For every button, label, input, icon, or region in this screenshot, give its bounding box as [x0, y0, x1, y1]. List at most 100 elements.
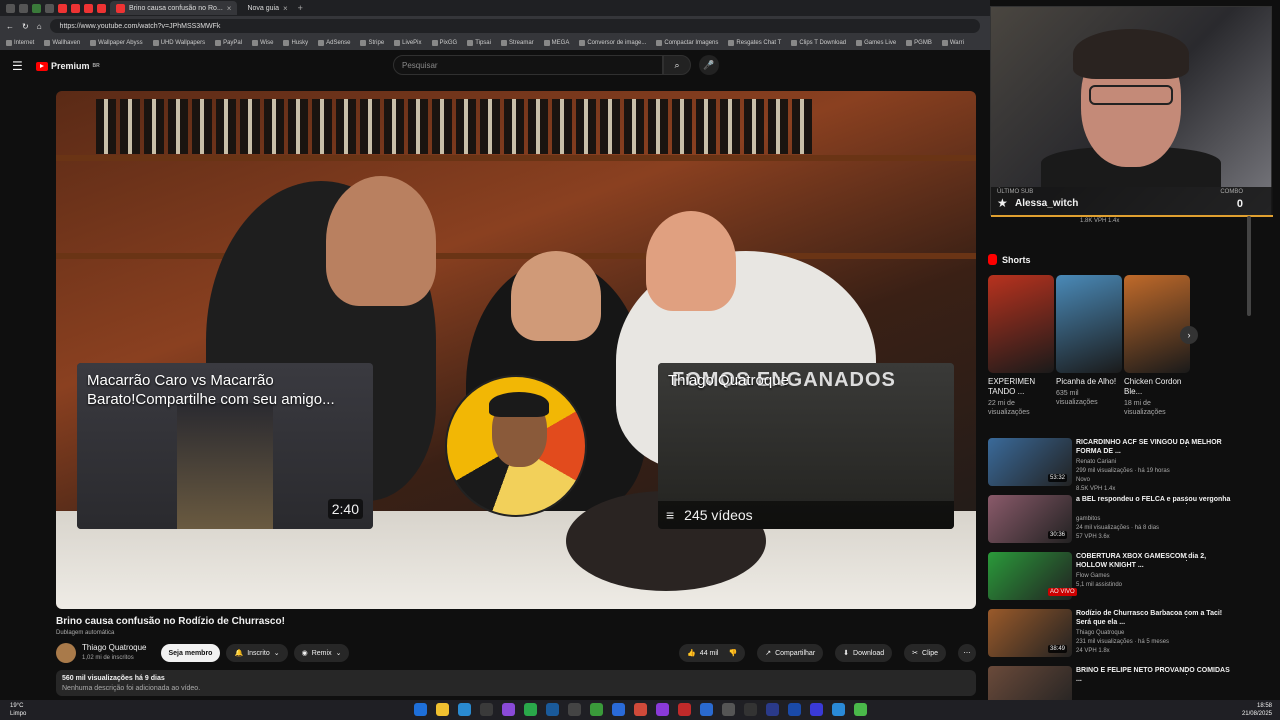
bookmark-item[interactable]: Tipsai [467, 40, 491, 46]
tab-icon[interactable] [32, 3, 41, 13]
spotify-icon[interactable] [854, 703, 867, 716]
app-icon[interactable] [744, 703, 757, 716]
chrome-icon[interactable] [634, 703, 647, 716]
bookmark-item[interactable]: MEGA [543, 40, 569, 46]
youtube-logo[interactable]: Premium BR [36, 61, 100, 71]
short-card[interactable]: EXPERIMEN TANDO ... 22 mi de visualizaçõe… [988, 275, 1054, 417]
chevron-right-icon[interactable]: › [1180, 326, 1198, 344]
more-icon[interactable]: ⋮ [1182, 552, 1191, 563]
browser-icon[interactable] [612, 703, 625, 716]
bookmark-item[interactable]: Stripe [360, 40, 384, 46]
clip-button[interactable]: ✂ Clipe [904, 644, 946, 662]
recommended-video[interactable]: 53:32 RICARDINHO ACF SE VINGOU DA MELHOR … [988, 438, 1248, 492]
endscreen-video-card[interactable]: Macarrão Caro vs Macarrão Barato!Compart… [77, 363, 373, 529]
subscribed-button[interactable]: 🔔 Inscrito ⌄ [226, 644, 288, 662]
description-box[interactable]: 560 mil visualizações há 9 dias Nenhuma … [56, 670, 976, 696]
bookmark-item[interactable]: Games Live [856, 40, 896, 46]
more-actions-button[interactable]: ⋯ [958, 644, 976, 662]
media-encoder-icon[interactable] [810, 703, 823, 716]
whatsapp-icon[interactable] [524, 703, 537, 716]
remix-button[interactable]: ◉ Remix ⌄ [293, 644, 350, 662]
tab-icon[interactable] [6, 3, 15, 13]
bookmark-item[interactable]: UHD Wallpapers [152, 40, 205, 46]
epic-icon[interactable] [568, 703, 581, 716]
bookmark-item[interactable]: LivePix [394, 40, 422, 46]
bookmark-icon [579, 40, 586, 46]
bookmark-label: Wise [260, 40, 274, 46]
photoshop-icon[interactable] [788, 703, 801, 716]
channel-name[interactable]: Thiago Quatroque [82, 643, 147, 653]
bookmark-item[interactable]: AdSense [318, 40, 350, 46]
close-tab-icon[interactable]: × [283, 4, 288, 13]
bookmark-item[interactable]: Internet [6, 40, 34, 46]
bookmark-item[interactable]: Wise [252, 40, 273, 46]
voice-search-button[interactable]: 🎤 [699, 55, 719, 75]
more-icon[interactable]: ⋮ [1182, 609, 1191, 620]
recommended-video[interactable]: 38:49 Rodízio de Churrasco Barbacoa com a… [988, 609, 1248, 661]
more-icon[interactable]: ⋮ [1182, 666, 1191, 677]
discord-icon[interactable] [502, 703, 515, 716]
shorts-icon [988, 254, 997, 265]
download-button[interactable]: ⬇ Download [835, 644, 893, 662]
tab-new[interactable]: Nova guia × [241, 1, 293, 15]
app-icon[interactable] [700, 703, 713, 716]
premiere-icon[interactable] [766, 703, 779, 716]
join-button[interactable]: Seja membro [160, 644, 221, 662]
bookmark-item[interactable]: PixGG [431, 40, 458, 46]
app-icon[interactable] [832, 703, 845, 716]
video-player[interactable]: Macarrão Caro vs Macarrão Barato!Compart… [56, 91, 976, 609]
search-input[interactable]: Pesquisar [393, 55, 663, 75]
endscreen-playlist-card[interactable]: FOMOS ENGANADOS Thiago Quatroque ≡ 245 v… [658, 363, 954, 529]
youtube-tab-icon[interactable] [71, 3, 80, 13]
terminal-icon[interactable] [480, 703, 493, 716]
bookmark-item[interactable]: Streamar [500, 40, 534, 46]
clock[interactable]: 18:58 21/08/2025 [1242, 702, 1272, 718]
bookmark-item[interactable]: Wallhaven [44, 40, 80, 46]
new-tab-icon[interactable]: + [298, 3, 303, 13]
like-button[interactable]: 👍 44 mil 👎 [679, 644, 746, 662]
more-icon[interactable]: ⋮ [1182, 495, 1191, 506]
back-icon[interactable]: ← [6, 22, 14, 31]
youtube-tab-icon[interactable] [58, 3, 67, 13]
url-field[interactable]: https://www.youtube.com/watch?v=JPhMSS3M… [49, 19, 980, 33]
recommended-video[interactable]: AO VIVO COBERTURA XBOX GAMESCOM dia 2, HO… [988, 552, 1248, 604]
steam-icon[interactable] [546, 703, 559, 716]
tab-icon[interactable] [19, 3, 28, 13]
home-icon[interactable]: ⌂ [37, 22, 42, 31]
file-explorer-icon[interactable] [436, 703, 449, 716]
bookmark-item[interactable]: Conversor de image... [579, 40, 646, 46]
thumbs-down-icon[interactable]: 👎 [728, 649, 737, 657]
edge-icon[interactable] [458, 703, 471, 716]
xbox-icon[interactable] [590, 703, 603, 716]
bookmark-item[interactable]: Resgates Chat T [728, 40, 781, 46]
app-icon[interactable] [678, 703, 691, 716]
app-icon[interactable] [722, 703, 735, 716]
bookmark-item[interactable]: Compactar Imagens [656, 40, 718, 46]
recommended-video[interactable]: 30:36 a BEL respondeu o FELCA e passou ve… [988, 495, 1248, 547]
more-icon[interactable]: ⋮ [1182, 438, 1191, 449]
bookmark-item[interactable]: Clips T Download [791, 40, 846, 46]
weather-widget[interactable]: 19°C Limpo [10, 702, 26, 718]
channel-avatar[interactable] [56, 643, 76, 663]
menu-icon[interactable]: ☰ [12, 59, 24, 73]
obs-icon[interactable] [656, 703, 669, 716]
tab-icon[interactable] [45, 3, 54, 13]
bookmark-item[interactable]: Warri [941, 40, 964, 46]
close-tab-icon[interactable]: × [227, 4, 232, 13]
youtube-tab-icon[interactable] [84, 3, 93, 13]
bookmark-label: PixGG [439, 40, 458, 46]
bookmark-item[interactable]: PGMB [906, 40, 932, 46]
share-button[interactable]: ↗ Compartilhar [757, 644, 824, 662]
short-card[interactable]: Chicken Cordon Ble... 18 mi de visualizaç… [1124, 275, 1190, 417]
youtube-tab-icon[interactable] [97, 3, 106, 13]
bookmark-item[interactable]: Husky [283, 40, 308, 46]
bookmark-item[interactable]: Wallpaper Abyss [90, 40, 143, 46]
windows-icon[interactable] [414, 703, 427, 716]
endscreen-channel-avatar[interactable] [445, 375, 587, 517]
tab-active[interactable]: Brino causa confusão no Ro... × [110, 1, 238, 15]
scrollbar[interactable] [1247, 216, 1251, 316]
search-button[interactable]: ⌕ [663, 55, 691, 75]
short-card[interactable]: Picanha de Alho! 635 mil visualizações [1056, 275, 1122, 417]
bookmark-item[interactable]: PayPal [215, 40, 242, 46]
reload-icon[interactable]: ↻ [22, 22, 29, 31]
